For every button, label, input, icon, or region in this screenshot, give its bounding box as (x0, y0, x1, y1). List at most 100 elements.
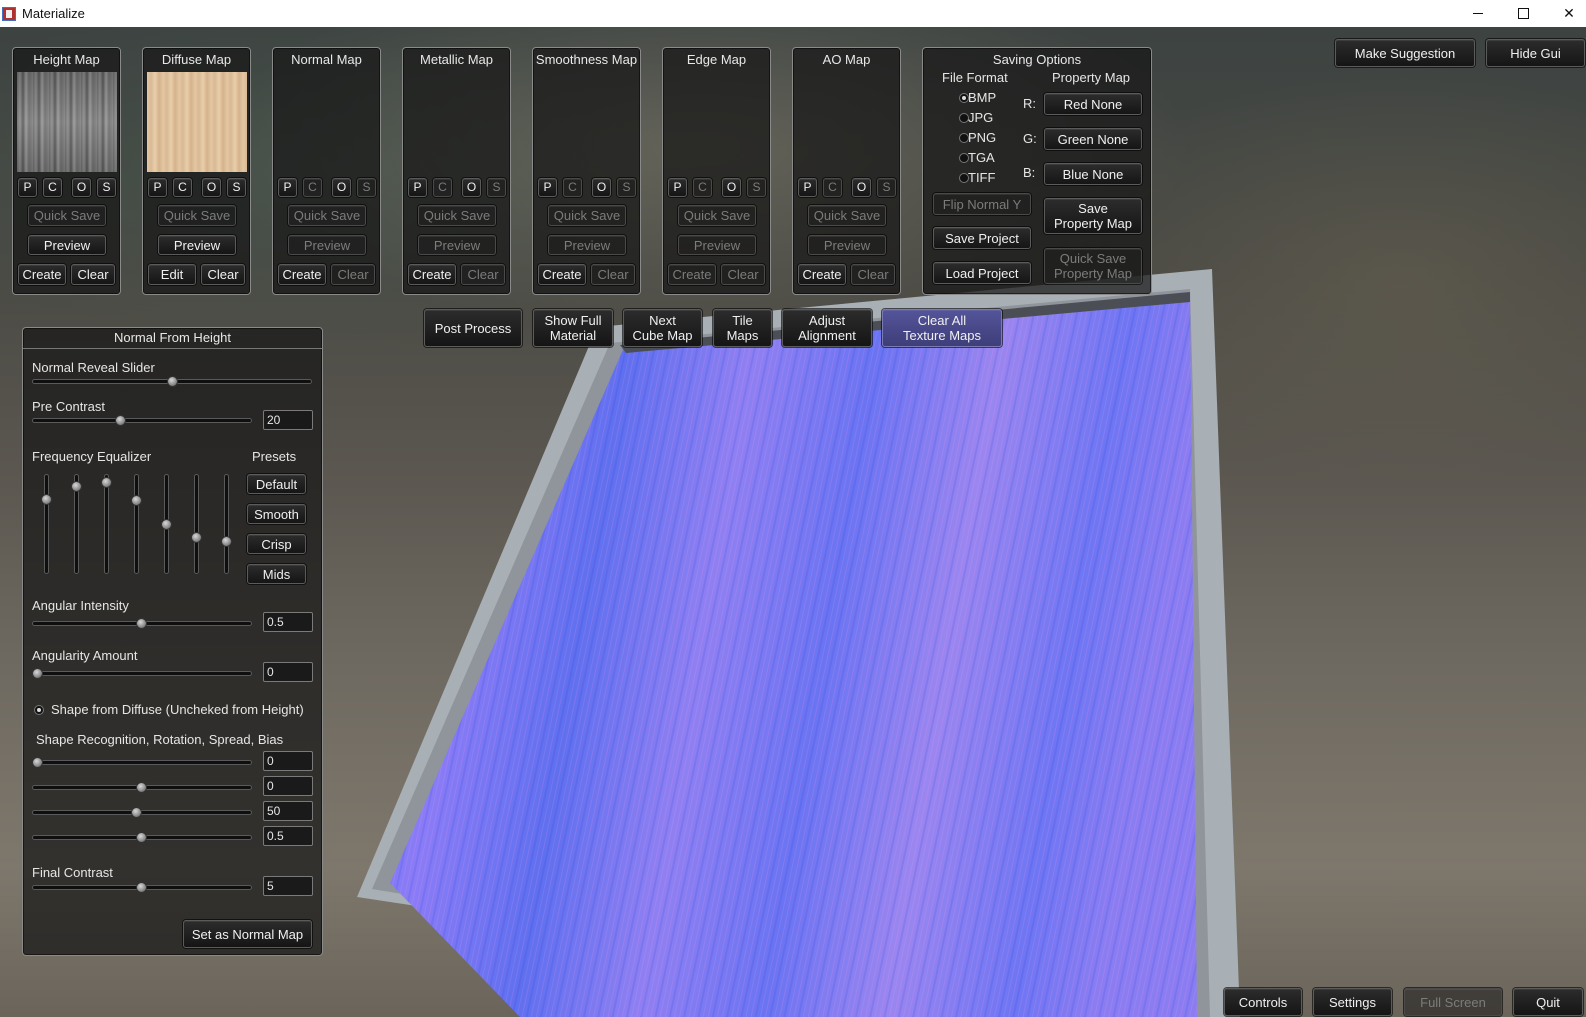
settings-button[interactable]: Settings (1313, 988, 1392, 1016)
smoothness-quick-save-button[interactable]: Quick Save (548, 205, 626, 226)
red-channel-button[interactable]: Red None (1044, 93, 1142, 115)
normal-save-button[interactable]: S (357, 178, 376, 197)
shape-bias-field[interactable] (263, 826, 313, 846)
smoothness-create-button[interactable]: Create (538, 264, 586, 285)
normal-create-button[interactable]: Create (278, 264, 326, 285)
eq-band-slider-3[interactable] (101, 476, 112, 488)
diffuse-map-thumbnail[interactable] (147, 72, 247, 172)
angularity-amount-track[interactable] (32, 671, 252, 676)
preset-mids-button[interactable]: Mids (247, 564, 306, 584)
metallic-open-button[interactable]: O (462, 178, 481, 197)
edge-preview-button[interactable]: Preview (678, 235, 756, 255)
smoothness-paste-button[interactable]: P (538, 178, 557, 197)
normal-preview-button[interactable]: Preview (288, 235, 366, 255)
metallic-copy-button[interactable]: C (433, 178, 452, 197)
blue-channel-button[interactable]: Blue None (1044, 163, 1142, 185)
edge-paste-button[interactable]: P (668, 178, 687, 197)
height-quick-save-button[interactable]: Quick Save (28, 205, 106, 226)
metallic-quick-save-button[interactable]: Quick Save (418, 205, 496, 226)
eq-band-slider-2[interactable] (71, 481, 82, 493)
edge-create-button[interactable]: Create (668, 264, 716, 285)
diffuse-quick-save-button[interactable]: Quick Save (158, 205, 236, 226)
clear-all-texture-maps-button[interactable]: Clear All Texture Maps (882, 309, 1002, 347)
normal-copy-button[interactable]: C (303, 178, 322, 197)
smoothness-copy-button[interactable]: C (563, 178, 582, 197)
edge-copy-button[interactable]: C (693, 178, 712, 197)
eq-band-slider-5[interactable] (161, 518, 172, 530)
quit-button[interactable]: Quit (1513, 988, 1583, 1016)
edge-quick-save-button[interactable]: Quick Save (678, 205, 756, 226)
ao-paste-button[interactable]: P (798, 178, 817, 197)
diffuse-clear-button[interactable]: Clear (201, 264, 245, 285)
smoothness-open-button[interactable]: O (592, 178, 611, 197)
final-contrast-slider[interactable] (136, 882, 147, 893)
maximize-icon[interactable] (1500, 0, 1546, 27)
diffuse-paste-button[interactable]: P (148, 178, 167, 197)
metallic-preview-button[interactable]: Preview (418, 235, 496, 255)
diffuse-save-button[interactable]: S (227, 178, 246, 197)
diffuse-edit-button[interactable]: Edit (148, 264, 196, 285)
shape-recognition-field[interactable] (263, 751, 313, 771)
normal-paste-button[interactable]: P (278, 178, 297, 197)
height-open-button[interactable]: O (72, 178, 91, 197)
eq-band-slider-7[interactable] (221, 536, 232, 548)
edge-open-button[interactable]: O (722, 178, 741, 197)
pre-contrast-field[interactable] (263, 410, 313, 430)
ao-clear-button[interactable]: Clear (851, 264, 895, 285)
height-paste-button[interactable]: P (18, 178, 37, 197)
shape-from-diffuse-toggle[interactable] (34, 705, 44, 715)
shape-spread-track[interactable] (32, 810, 252, 815)
smoothness-save-button[interactable]: S (617, 178, 636, 197)
preset-smooth-button[interactable]: Smooth (247, 504, 306, 524)
smoothness-preview-button[interactable]: Preview (548, 235, 626, 255)
height-create-button[interactable]: Create (18, 264, 66, 285)
diffuse-copy-button[interactable]: C (173, 178, 192, 197)
preset-crisp-button[interactable]: Crisp (247, 534, 306, 554)
shape-recognition-slider[interactable] (32, 757, 43, 768)
height-preview-button[interactable]: Preview (28, 235, 106, 255)
ao-create-button[interactable]: Create (798, 264, 846, 285)
shape-spread-slider[interactable] (131, 807, 142, 818)
ao-quick-save-button[interactable]: Quick Save (808, 205, 886, 226)
edge-save-button[interactable]: S (747, 178, 766, 197)
ao-open-button[interactable]: O (852, 178, 871, 197)
normal-quick-save-button[interactable]: Quick Save (288, 205, 366, 226)
shape-recognition-track[interactable] (32, 760, 252, 765)
normal-clear-button[interactable]: Clear (331, 264, 375, 285)
normal-open-button[interactable]: O (332, 178, 351, 197)
flip-normal-y-button[interactable]: Flip Normal Y (933, 193, 1031, 215)
shape-rotation-field[interactable] (263, 776, 313, 796)
eq-band-track-1[interactable] (44, 474, 49, 574)
height-copy-button[interactable]: C (43, 178, 62, 197)
metallic-paste-button[interactable]: P (408, 178, 427, 197)
show-full-material-button[interactable]: Show Full Material (533, 309, 613, 347)
minimize-icon[interactable] (1455, 0, 1501, 27)
next-cube-map-button[interactable]: Next Cube Map (623, 309, 702, 347)
ao-save-button[interactable]: S (877, 178, 896, 197)
angularity-amount-field[interactable] (263, 662, 313, 682)
hide-gui-button[interactable]: Hide Gui (1486, 39, 1585, 67)
eq-band-slider-1[interactable] (41, 493, 52, 505)
green-channel-button[interactable]: Green None (1044, 128, 1142, 150)
shape-bias-slider[interactable] (136, 832, 147, 843)
set-as-normal-map-button[interactable]: Set as Normal Map (183, 920, 312, 948)
adjust-alignment-button[interactable]: Adjust Alignment (782, 309, 872, 347)
full-screen-button[interactable]: Full Screen (1404, 988, 1502, 1016)
pre-contrast-slider[interactable] (115, 415, 126, 426)
eq-band-track-3[interactable] (104, 474, 109, 574)
shape-rotation-slider[interactable] (136, 782, 147, 793)
diffuse-preview-button[interactable]: Preview (158, 235, 236, 255)
height-map-thumbnail[interactable] (17, 72, 117, 172)
metallic-save-button[interactable]: S (487, 178, 506, 197)
quick-save-property-map-button[interactable]: Quick Save Property Map (1044, 248, 1142, 284)
post-process-button[interactable]: Post Process (424, 309, 522, 347)
eq-band-track-4[interactable] (134, 474, 139, 574)
close-icon[interactable]: ✕ (1546, 0, 1586, 27)
tile-maps-button[interactable]: Tile Maps (713, 309, 772, 347)
metallic-clear-button[interactable]: Clear (461, 264, 505, 285)
eq-band-track-7[interactable] (224, 474, 229, 574)
height-save-button[interactable]: S (97, 178, 116, 197)
save-project-button[interactable]: Save Project (933, 227, 1031, 249)
height-clear-button[interactable]: Clear (71, 264, 115, 285)
pre-contrast-track[interactable] (32, 418, 252, 423)
